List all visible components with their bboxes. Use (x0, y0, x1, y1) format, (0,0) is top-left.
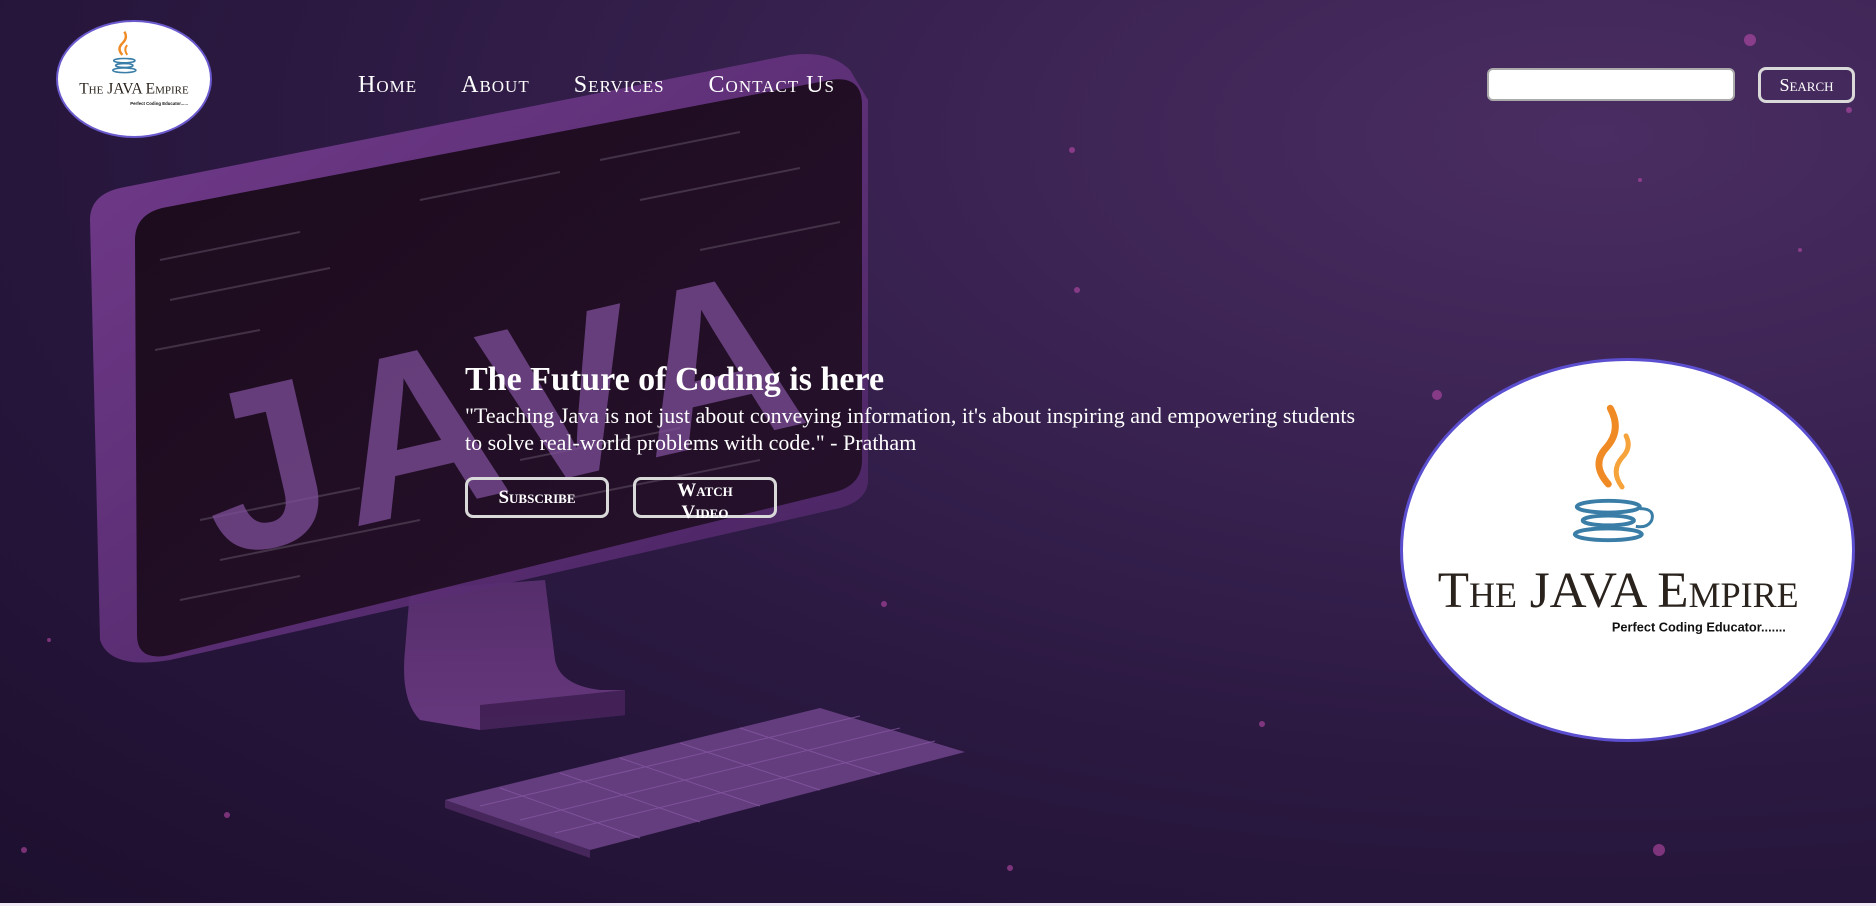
main-nav: Home About Services Contact Us (358, 68, 879, 102)
nav-about[interactable]: About (461, 68, 530, 102)
hero-quote: "Teaching Java is not just about conveyi… (465, 403, 1356, 455)
hero-section: The Future of Coding is here "Teaching J… (465, 358, 1385, 523)
subscribe-button[interactable]: Subscribe (465, 477, 609, 518)
java-cup-icon (1572, 404, 1654, 543)
header-logo[interactable]: The JAVA Empire Perfect Coding Educator.… (56, 20, 212, 138)
feature-logo: The JAVA Empire Perfect Coding Educator.… (1400, 358, 1855, 742)
feature-logo-title: The JAVA Empire (1438, 562, 1799, 619)
hero-title: The Future of Coding is here (465, 361, 885, 398)
nav-home[interactable]: Home (358, 68, 417, 102)
nav-services[interactable]: Services (574, 68, 665, 102)
header-logo-tagline: Perfect Coding Educator...... (130, 101, 188, 106)
feature-logo-tagline: Perfect Coding Educator....... (1612, 620, 1786, 635)
header-logo-title: The JAVA Empire (79, 80, 189, 97)
nav-contact-us[interactable]: Contact Us (709, 68, 835, 102)
search-button[interactable]: Search (1758, 67, 1855, 103)
hero-buttons: Subscribe Watch Video (465, 477, 1385, 523)
java-cup-icon (111, 30, 137, 74)
search-input[interactable] (1487, 68, 1735, 101)
watch-video-button[interactable]: Watch Video (633, 477, 777, 523)
